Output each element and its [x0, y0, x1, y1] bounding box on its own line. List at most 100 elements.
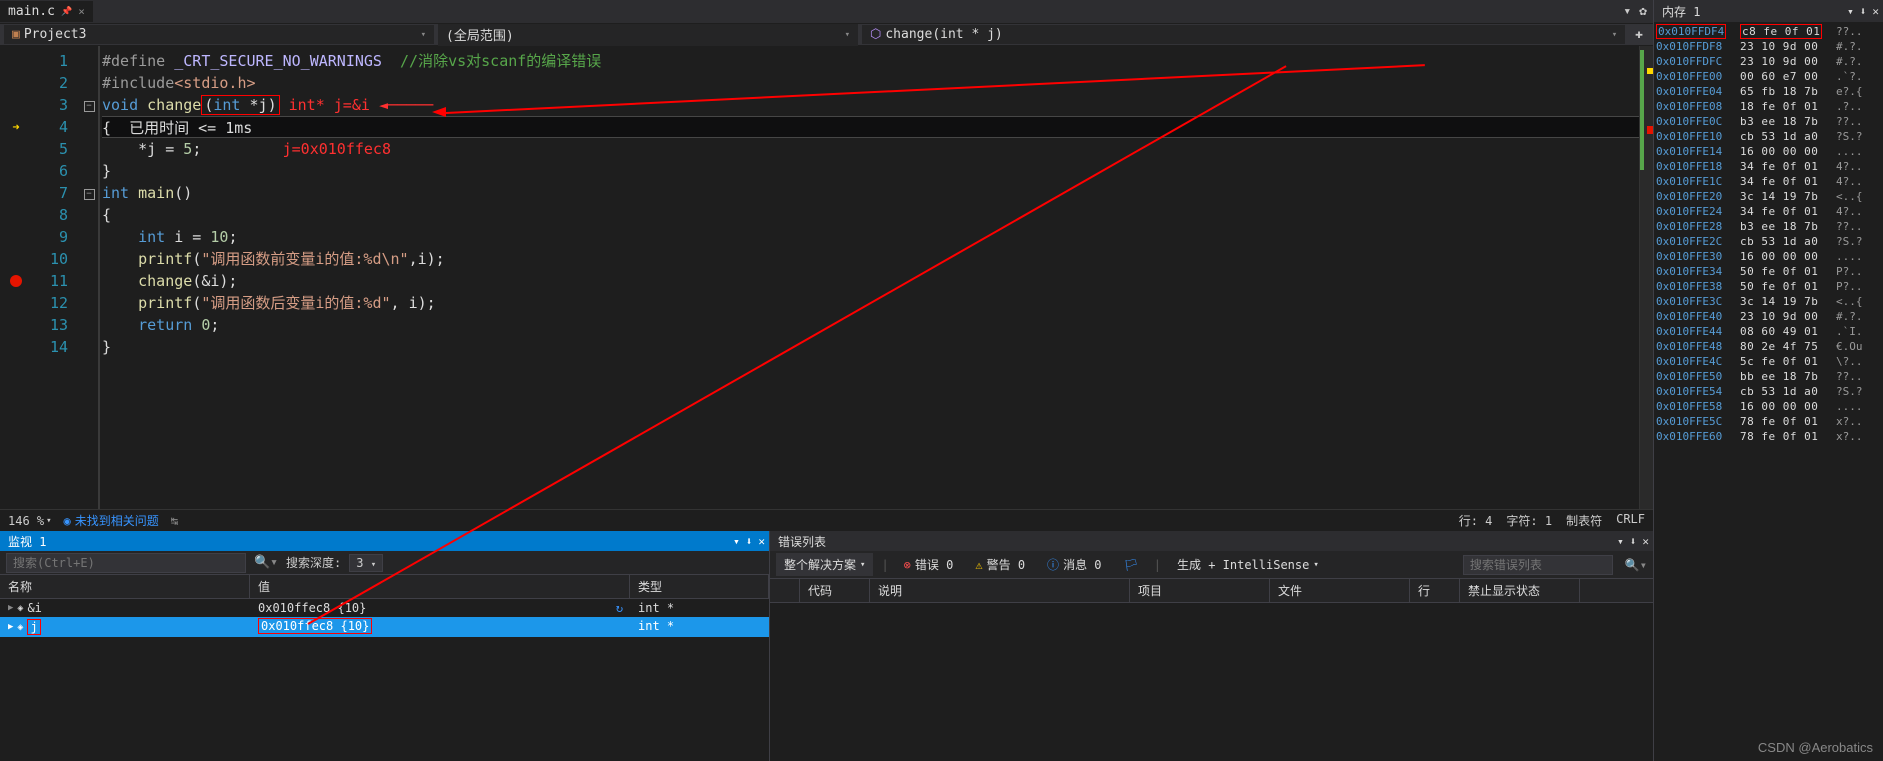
- build-filter[interactable]: 生成 + IntelliSense▾: [1177, 556, 1319, 573]
- memory-row[interactable]: 0x010FFE2Ccb 53 1d a0?S.?: [1656, 234, 1881, 249]
- dropdown-icon[interactable]: ▾: [1847, 5, 1854, 18]
- memory-row[interactable]: 0x010FFE203c 14 19 7b<..{: [1656, 189, 1881, 204]
- function-selector[interactable]: ⬡ change(int * j) ▾: [862, 25, 1625, 44]
- code-line[interactable]: change(&i);: [102, 270, 1639, 292]
- dropdown-icon[interactable]: ▾: [733, 535, 740, 548]
- code-line[interactable]: #include<stdio.h>: [102, 72, 1639, 94]
- errors-panel: 错误列表 ▾ ⬇ ✕ 整个解决方案▾ | ⊗错误 0 ⚠警告 0 ⓘ消息 0 �: [770, 531, 1653, 761]
- errors-col[interactable]: 说明: [870, 579, 1130, 602]
- scope-selector[interactable]: (全局范围) ▾: [438, 23, 858, 46]
- memory-row[interactable]: 0x010FFE2434 fe 0f 014?..: [1656, 204, 1881, 219]
- memory-row[interactable]: 0x010FFE1416 00 00 00....: [1656, 144, 1881, 159]
- close-icon[interactable]: ×: [78, 5, 85, 18]
- code-line[interactable]: printf("调用函数后变量i的值:%d", i);: [102, 292, 1639, 314]
- errors-col[interactable]: 文件: [1270, 579, 1410, 602]
- split-icon[interactable]: ✚: [1629, 25, 1649, 44]
- memory-row[interactable]: 0x010FFE3C3c 14 19 7b<..{: [1656, 294, 1881, 309]
- code-line[interactable]: #define _CRT_SECURE_NO_WARNINGS //消除vs对s…: [102, 50, 1639, 72]
- scrollbar-icon[interactable]: ↹: [171, 514, 178, 528]
- dropdown-icon[interactable]: ▾: [1617, 535, 1624, 548]
- depth-label: 搜索深度:: [286, 554, 341, 571]
- memory-row[interactable]: 0x010FFE5C78 fe 0f 01x?..: [1656, 414, 1881, 429]
- pin-icon[interactable]: ⬇: [1630, 535, 1637, 548]
- memory-row[interactable]: 0x010FFE4880 2e 4f 75€.Ou: [1656, 339, 1881, 354]
- memory-row[interactable]: 0x010FFE28b3 ee 18 7b??..: [1656, 219, 1881, 234]
- depth-select[interactable]: 3 ▾: [349, 554, 383, 572]
- error-filter[interactable]: ⊗错误 0: [897, 552, 961, 577]
- memory-row[interactable]: 0x010FFE0465 fb 18 7be?.{: [1656, 84, 1881, 99]
- memory-row[interactable]: 0x010FFDFC23 10 9d 00#.?.: [1656, 54, 1881, 69]
- errors-col[interactable]: 行: [1410, 579, 1460, 602]
- issues-status[interactable]: ◉ 未找到相关问题: [64, 512, 159, 529]
- zoom-control[interactable]: 146 % ▾: [8, 514, 52, 528]
- dropdown-icon[interactable]: ▾: [1623, 4, 1631, 19]
- code-line[interactable]: *j = 5; j=0x010ffec8: [102, 138, 1639, 160]
- memory-row[interactable]: 0x010FFE0818 fe 0f 01.?..: [1656, 99, 1881, 114]
- memory-row[interactable]: 0x010FFE1C34 fe 0f 014?..: [1656, 174, 1881, 189]
- code-line[interactable]: }: [102, 336, 1639, 358]
- memory-row[interactable]: 0x010FFE0Cb3 ee 18 7b??..: [1656, 114, 1881, 129]
- memory-row[interactable]: 0x010FFE4023 10 9d 00#.?.: [1656, 309, 1881, 324]
- function-label: change(int * j): [885, 27, 1002, 42]
- watch-row[interactable]: ▶◈ &i 0x010ffec8 {10}↻ int *: [0, 599, 769, 617]
- search-icon[interactable]: 🔍▾: [1625, 558, 1647, 572]
- code-line[interactable]: int main(): [102, 182, 1639, 204]
- close-icon[interactable]: ✕: [1872, 5, 1879, 18]
- errors-col[interactable]: [770, 579, 800, 602]
- memory-row[interactable]: 0x010FFE10cb 53 1d a0?S.?: [1656, 129, 1881, 144]
- errors-title-bar[interactable]: 错误列表 ▾ ⬇ ✕: [770, 531, 1653, 551]
- errors-header: 代码说明项目文件行禁止显示状态: [770, 579, 1653, 603]
- project-selector[interactable]: ▣ Project3 ▾: [4, 25, 434, 44]
- pin-icon[interactable]: ⬇: [1860, 5, 1867, 18]
- close-icon[interactable]: ✕: [758, 535, 765, 548]
- watch-row[interactable]: ▶◈ j 0x010ffec8 {10} int *: [0, 617, 769, 637]
- memory-row[interactable]: 0x010FFE3016 00 00 00....: [1656, 249, 1881, 264]
- errors-toolbar: 整个解决方案▾ | ⊗错误 0 ⚠警告 0 ⓘ消息 0 🏳 | 生成 + Int…: [770, 551, 1653, 579]
- search-icon[interactable]: 🔍▾: [254, 555, 278, 570]
- memory-row[interactable]: 0x010FFE4408 60 49 01.`I.: [1656, 324, 1881, 339]
- col-value[interactable]: 值: [250, 575, 630, 598]
- memory-row[interactable]: 0x010FFE50bb ee 18 7b??..: [1656, 369, 1881, 384]
- col-type[interactable]: 类型: [630, 575, 769, 598]
- code-line[interactable]: return 0;: [102, 314, 1639, 336]
- info-filter[interactable]: ⓘ消息 0: [1040, 552, 1108, 577]
- errors-col[interactable]: 代码: [800, 579, 870, 602]
- memory-title-bar[interactable]: 内存 1 ▾ ⬇ ✕: [1654, 0, 1883, 22]
- code-line[interactable]: int i = 10;: [102, 226, 1639, 248]
- memory-row[interactable]: 0x010FFE54cb 53 1d a0?S.?: [1656, 384, 1881, 399]
- indent-status[interactable]: 制表符: [1566, 512, 1602, 529]
- memory-row[interactable]: 0x010FFE3450 fe 0f 01P?..: [1656, 264, 1881, 279]
- close-icon[interactable]: ✕: [1642, 535, 1649, 548]
- code-editor[interactable]: ➜ 1234567891011121314 −− #define _CRT_SE…: [0, 46, 1653, 509]
- eol-status[interactable]: CRLF: [1616, 512, 1645, 529]
- errors-title: 错误列表: [778, 533, 826, 550]
- gear-icon[interactable]: ✿: [1639, 4, 1647, 19]
- memory-row[interactable]: 0x010FFE1834 fe 0f 014?..: [1656, 159, 1881, 174]
- memory-row[interactable]: 0x010FFE5816 00 00 00....: [1656, 399, 1881, 414]
- warning-filter[interactable]: ⚠警告 0: [968, 552, 1032, 577]
- col-name[interactable]: 名称: [0, 575, 250, 598]
- code-line[interactable]: }: [102, 160, 1639, 182]
- watch-search-input[interactable]: [6, 553, 246, 573]
- code-line[interactable]: void change(int *j) int* j=&i ◄─────: [102, 94, 1639, 116]
- code-line[interactable]: { 已用时间 <= 1ms: [102, 116, 1639, 138]
- memory-row[interactable]: 0x010FFDF823 10 9d 00#.?.: [1656, 39, 1881, 54]
- pin-icon[interactable]: ⬇: [746, 535, 753, 548]
- watch-title-bar[interactable]: 监视 1 ▾ ⬇ ✕: [0, 531, 769, 551]
- memory-row[interactable]: 0x010FFDF4c8 fe 0f 01??..: [1656, 24, 1881, 39]
- errors-col[interactable]: 项目: [1130, 579, 1270, 602]
- errors-col[interactable]: 禁止显示状态: [1460, 579, 1580, 602]
- project-label: Project3: [24, 27, 87, 42]
- pin-icon[interactable]: 📌: [61, 7, 72, 17]
- errors-search-input[interactable]: [1463, 555, 1613, 575]
- memory-row[interactable]: 0x010FFE6078 fe 0f 01x?..: [1656, 429, 1881, 444]
- code-line[interactable]: {: [102, 204, 1639, 226]
- memory-row[interactable]: 0x010FFE4C5c fe 0f 01\?..: [1656, 354, 1881, 369]
- scope-select[interactable]: 整个解决方案▾: [776, 553, 873, 576]
- memory-row[interactable]: 0x010FFE3850 fe 0f 01P?..: [1656, 279, 1881, 294]
- minimap[interactable]: [1639, 46, 1653, 509]
- file-tab[interactable]: main.c 📌 ×: [0, 1, 93, 22]
- clear-filter[interactable]: 🏳: [1117, 554, 1146, 576]
- code-line[interactable]: printf("调用函数前变量i的值:%d\n",i);: [102, 248, 1639, 270]
- memory-row[interactable]: 0x010FFE0000 60 e7 00.`?.: [1656, 69, 1881, 84]
